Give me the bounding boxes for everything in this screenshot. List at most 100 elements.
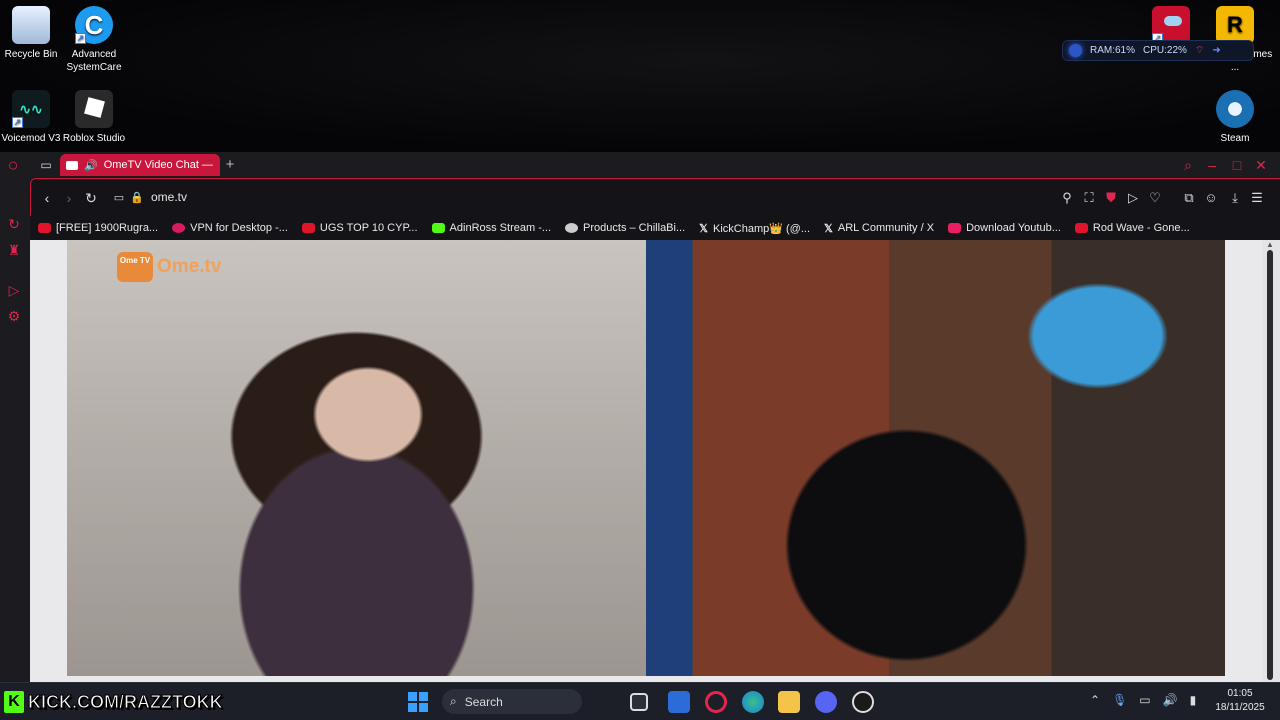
settings-icon[interactable]: ⚙	[6, 308, 22, 324]
volume-icon[interactable]: 🔊	[1163, 693, 1178, 707]
account-icon[interactable]: ☺	[1203, 190, 1219, 206]
bookmark-label: [FREE] 1900Rugra...	[56, 222, 159, 234]
camera-icon[interactable]: ▭	[111, 190, 127, 206]
tray-overflow-icon[interactable]: ⌃	[1090, 693, 1100, 707]
edge-icon[interactable]	[742, 691, 764, 713]
bookmark-label: VPN for Desktop -...	[190, 222, 288, 234]
start-button[interactable]	[408, 692, 428, 712]
system-tray: ⌃ 🎙 ▭ 🔊 ▮	[1090, 693, 1196, 707]
bookmark-item[interactable]: VPN for Desktop -...	[172, 222, 288, 234]
ometv-favicon-icon	[66, 160, 78, 170]
download-site-icon	[948, 223, 962, 233]
scroll-up-icon[interactable]: ▲	[1266, 240, 1274, 249]
kick-logo-icon: K	[4, 691, 24, 713]
bookmark-label: Rod Wave - Gone...	[1092, 222, 1190, 234]
bookmark-item[interactable]: Download Youtub...	[948, 222, 1061, 234]
close-icon[interactable]: ✕	[1252, 156, 1270, 174]
x-icon: 𝕏	[699, 222, 709, 235]
new-tab-button[interactable]: +	[222, 156, 238, 174]
ometv-page: Ome TV Ome.tv	[30, 240, 1262, 682]
scrollbar-thumb[interactable]	[1267, 250, 1273, 680]
minimize-icon[interactable]: –	[1203, 156, 1221, 174]
clock-date: 18/11/2025	[1215, 702, 1265, 713]
speed-dial-icon[interactable]: ↻	[6, 216, 22, 232]
battery-icon[interactable]: ▮	[1190, 693, 1197, 707]
bookmark-label: AdinRoss Stream -...	[449, 222, 552, 234]
search-label: Search	[464, 694, 503, 709]
menu-icon[interactable]: ☰	[1249, 190, 1265, 206]
roblox-studio-icon	[75, 90, 113, 128]
network-icon[interactable]: ▭	[1139, 693, 1150, 707]
ram-usage: RAM:61%	[1090, 45, 1136, 56]
address-bar: ‹ › ↻ ▭ 🔒 ome.tv ⚲ ⛶ ⛊ ▷ ♡ ⧉ ☺ ⤓ ☰	[30, 178, 1280, 216]
obs-icon[interactable]	[852, 691, 874, 713]
expand-arrow-icon[interactable]: ➜	[1212, 45, 1220, 56]
bookmark-item[interactable]: 𝕏 ARL Community / X	[824, 222, 934, 235]
discord-icon[interactable]	[815, 691, 837, 713]
rockstar-games-icon: R	[1216, 6, 1254, 44]
roblox-studio-desktop-icon[interactable]: Roblox Studio	[55, 90, 133, 146]
url-field[interactable]: ome.tv	[151, 190, 187, 204]
bookmark-label: ARL Community / X	[837, 222, 935, 234]
bookmark-item[interactable]: Products – ChillaBi...	[565, 222, 685, 234]
youtube-icon	[38, 223, 51, 233]
desktop-icon-label: Roblox Studio	[62, 133, 126, 144]
chillabi-icon	[565, 223, 579, 233]
maximize-icon[interactable]: □	[1228, 156, 1246, 174]
bookmark-item[interactable]: 𝕏 KickChamp👑 (@...	[699, 222, 810, 235]
adblock-shield-icon[interactable]: ⛊	[1103, 190, 1119, 206]
ometv-logo-badge: Ome TV	[117, 252, 153, 282]
clock[interactable]: 01:05 18/11/2025	[1208, 687, 1272, 715]
task-view-icon[interactable]	[630, 693, 648, 711]
advanced-systemcare-desktop-icon[interactable]: C ↗ Advanced SystemCare	[55, 6, 133, 74]
bookmark-item[interactable]: [FREE] 1900Rugra...	[38, 222, 158, 234]
gx-control-icon[interactable]: ♜	[6, 242, 22, 258]
ometv-logo: Ome TV Ome.tv	[117, 252, 221, 282]
player-icon[interactable]: ▷	[6, 282, 22, 298]
bookmark-item[interactable]: Rod Wave - Gone...	[1074, 222, 1190, 234]
extensions-icon[interactable]: ⧉	[1181, 190, 1197, 206]
download-icon[interactable]: ⤓	[1227, 190, 1243, 206]
player-play-icon[interactable]: ▷	[1125, 190, 1141, 206]
youtube-icon	[1074, 223, 1088, 233]
heart-icon[interactable]: ♡	[1147, 190, 1163, 206]
youtube-icon	[301, 223, 315, 233]
search-icon: ⌕	[450, 694, 457, 708]
among-us-icon: ↗	[1152, 6, 1190, 44]
reload-icon[interactable]: ↻	[83, 190, 99, 206]
speaker-icon[interactable]: 🔊	[84, 159, 98, 172]
pin-icon[interactable]: ⚲	[1059, 190, 1075, 206]
page-scrollbar[interactable]: ▲	[1262, 240, 1280, 682]
advanced-systemcare-icon: C ↗	[75, 6, 113, 44]
tab-ometv[interactable]: 🔊 OmeTV Video Chat —	[60, 154, 220, 176]
lock-icon: 🔒	[130, 192, 144, 204]
bookmark-label: Download Youtub...	[966, 222, 1061, 234]
cpu-usage: CPU:22%	[1143, 45, 1187, 56]
stream-overlay: K KICK.COM/RAZZTOKK	[4, 691, 223, 713]
windows-logo-icon	[408, 692, 417, 701]
vpn-icon	[172, 223, 186, 233]
bookmark-item[interactable]: AdinRoss Stream -...	[431, 222, 552, 234]
opera-gx-browser-window: ○ ▭ 🔊 OmeTV Video Chat — + ⌕ – □ ✕ ↻ ♜ ▷…	[0, 152, 1280, 682]
tab-bar: ○ ▭ 🔊 OmeTV Video Chat — + ⌕ – □ ✕	[0, 152, 1280, 178]
overlay-channel-text: KICK.COM/RAZZTOKK	[28, 691, 224, 712]
steam-desktop-icon[interactable]: Steam	[1196, 90, 1274, 145]
forward-icon[interactable]: ›	[61, 190, 77, 206]
back-icon[interactable]: ‹	[39, 190, 55, 206]
snapshot-icon[interactable]: ⛶	[1081, 190, 1097, 206]
search-box[interactable]: ⌕ Search	[442, 689, 582, 714]
microsoft-store-icon[interactable]	[668, 691, 690, 713]
file-explorer-icon[interactable]	[778, 691, 800, 713]
desktop-icon-label: Steam	[1220, 133, 1250, 144]
clock-time: 01:05	[1227, 688, 1253, 699]
desktop-icon-label: Advanced SystemCare	[66, 49, 122, 73]
opera-gx-icon[interactable]	[705, 691, 727, 713]
search-tabs-icon[interactable]: ⌕	[1179, 156, 1197, 174]
microphone-icon[interactable]: 🎙	[1112, 693, 1127, 707]
opera-logo-icon[interactable]: ○	[5, 156, 21, 174]
bookmark-item[interactable]: UGS TOP 10 CYP...	[301, 222, 418, 234]
system-monitor-widget[interactable]: RAM:61% CPU:22% ⌔ ➜	[1062, 40, 1254, 61]
tab-manager-icon[interactable]: ▭	[38, 157, 54, 173]
tab-title: OmeTV Video Chat —	[103, 159, 213, 171]
bookmarks-bar: [FREE] 1900Rugra... VPN for Desktop -...…	[30, 216, 1280, 240]
